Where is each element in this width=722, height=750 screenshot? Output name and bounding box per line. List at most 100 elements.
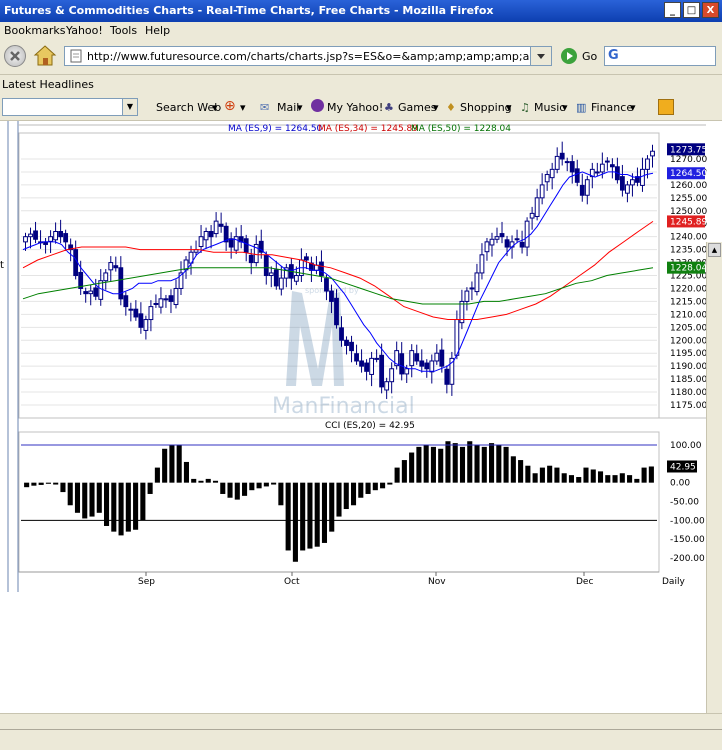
cci-bar	[510, 456, 516, 483]
mail-button[interactable]: Mail	[277, 101, 299, 114]
bookmarks-toolbar: Latest Headlines	[0, 75, 722, 95]
minimize-button[interactable]: _	[664, 2, 681, 18]
search-input[interactable]: G	[604, 46, 716, 66]
candle	[163, 298, 169, 301]
candle	[469, 287, 475, 290]
candle	[399, 353, 405, 375]
candle	[158, 298, 164, 308]
candle	[374, 357, 380, 360]
cci-tick-label: 100.00	[670, 441, 702, 451]
menu-bookmarks[interactable]: Bookmarks	[4, 24, 65, 37]
candle	[233, 236, 239, 251]
window-titlebar: Futures & Commodities Charts - Real-Time…	[0, 0, 722, 22]
menu-help[interactable]: Help	[145, 24, 170, 37]
candle	[339, 327, 344, 341]
cci-bar	[176, 445, 182, 483]
candle	[319, 261, 324, 277]
window-title: Futures & Commodities Charts - Real-Time…	[4, 4, 494, 17]
chevron-down-icon[interactable]: ▾	[630, 101, 636, 114]
candle	[329, 290, 334, 302]
price-tick-label: 1185.00	[670, 375, 707, 385]
candle	[559, 152, 565, 160]
candle	[93, 287, 99, 297]
chevron-down-icon[interactable]: ▼	[122, 99, 137, 115]
price-tick-label: 1175.00	[670, 401, 707, 411]
crosshair-icon[interactable]: ⊕	[224, 98, 236, 114]
cci-bar	[583, 467, 589, 483]
cci-bar	[539, 467, 545, 483]
my-yahoo-button[interactable]: My Yahoo!	[327, 101, 383, 114]
horizontal-scrollbar[interactable]	[0, 713, 722, 730]
cci-bar	[561, 473, 567, 483]
candle	[203, 231, 209, 241]
cci-bar	[394, 467, 400, 483]
candle	[213, 220, 219, 235]
cci-bar	[133, 482, 139, 530]
url-dropdown[interactable]	[530, 47, 551, 65]
candle	[369, 357, 375, 375]
candle	[53, 231, 59, 241]
toolbar-extra-icon[interactable]	[658, 99, 674, 115]
cci-bar	[387, 482, 393, 485]
cci-bar	[590, 469, 596, 483]
home-button[interactable]	[33, 44, 57, 68]
vertical-scrollbar[interactable]: ▲	[706, 242, 722, 713]
ma50-label: MA (ES,50) = 1228.04	[411, 124, 511, 134]
google-icon: G	[608, 48, 619, 63]
candle	[379, 354, 385, 388]
cci-bar	[438, 448, 444, 483]
candle	[173, 287, 179, 306]
cci-bar	[60, 482, 66, 493]
cci-bar	[111, 482, 117, 532]
cci-bar	[234, 482, 240, 500]
cci-bar	[445, 441, 451, 483]
cci-bar	[329, 482, 335, 532]
last-price-badge: 1273.75	[670, 145, 707, 155]
finance-button[interactable]: Finance	[591, 101, 633, 114]
candle	[419, 360, 425, 367]
maximize-button[interactable]: □	[683, 2, 700, 18]
cci-bar	[118, 482, 124, 536]
candle	[273, 269, 279, 287]
go-icon[interactable]	[561, 48, 577, 64]
go-button[interactable]: Go	[582, 50, 597, 63]
yahoo-search-combo[interactable]: ▼	[2, 98, 138, 116]
cci-bar	[205, 478, 211, 483]
chevron-down-icon[interactable]: ▾	[212, 101, 218, 114]
chevron-down-icon[interactable]: ▾	[562, 101, 568, 114]
games-button[interactable]: Games	[398, 101, 436, 114]
price-tick-label: 1255.00	[670, 194, 707, 204]
cci-bar	[358, 482, 364, 498]
menu-tools[interactable]: Tools	[110, 24, 137, 37]
scroll-up-icon[interactable]: ▲	[708, 243, 721, 257]
cci-bar	[641, 467, 647, 483]
stop-button[interactable]	[4, 45, 26, 67]
candle	[524, 220, 530, 248]
cci-bar	[496, 445, 502, 483]
chevron-down-icon[interactable]: ▾	[240, 101, 246, 114]
cci-bar	[242, 482, 248, 496]
latest-headlines-link[interactable]: Latest Headlines	[2, 78, 94, 91]
cci-bar	[467, 441, 473, 483]
close-window-button[interactable]: X	[702, 2, 719, 18]
futures-chart[interactable]: t sponsored by ManFinancial 1270.001265.…	[0, 121, 722, 592]
candle	[263, 254, 269, 277]
shopping-button[interactable]: Shopping	[460, 101, 512, 114]
menu-yahoo[interactable]: Yahoo!	[66, 24, 103, 37]
ma50-badge: 1228.04	[670, 264, 707, 274]
cci-bar	[576, 477, 582, 483]
chevron-down-icon[interactable]: ▾	[297, 101, 303, 114]
cci-bar	[53, 482, 59, 485]
url-bar[interactable]: http://www.futuresource.com/charts/chart…	[64, 46, 552, 66]
chevron-down-icon[interactable]: ▾	[433, 101, 439, 114]
x-tick-label: Daily	[662, 577, 685, 587]
cci-bar	[401, 460, 407, 483]
candle	[489, 238, 495, 246]
cci-bar	[307, 482, 313, 549]
chevron-down-icon[interactable]: ▾	[506, 101, 512, 114]
cci-bar	[154, 467, 160, 483]
music-button[interactable]: Music	[534, 101, 565, 114]
cci-tick-label: -100.00	[670, 516, 705, 526]
candle	[108, 262, 114, 271]
candle	[604, 160, 610, 163]
